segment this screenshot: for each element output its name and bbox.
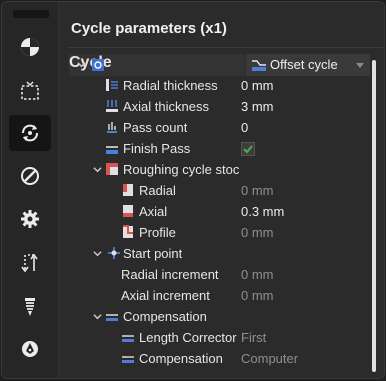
pass-count-row[interactable]: Pass count 0 [59, 117, 368, 138]
cycle-arrows-icon[interactable] [9, 115, 51, 151]
roughing-stock-icon [106, 163, 118, 175]
cycle-parameters-panel: Cycle parameters (x1) Cycle Offset cycle… [58, 2, 384, 378]
no-entry-icon[interactable] [9, 158, 51, 194]
roughing-stock-group[interactable]: Roughing cycle stock [59, 159, 368, 180]
compensation-icon [106, 314, 118, 321]
axial-thickness-label: Axial thickness [123, 99, 209, 114]
roughing-stock-label: Roughing cycle stock [123, 162, 239, 177]
axial-thickness-row[interactable]: Axial thickness 3 mm [59, 96, 368, 117]
cycle-row[interactable]: Cycle Offset cycle [69, 54, 370, 76]
start-point-icon [108, 247, 120, 259]
axial-increment-row[interactable]: Axial increment 0 mm [59, 285, 368, 306]
vertical-scrollbar[interactable] [372, 60, 376, 372]
stock-axial-label: Axial [139, 204, 168, 219]
compensation-group-label: Compensation [123, 309, 207, 324]
tool-rail [2, 2, 58, 378]
length-corrector-value[interactable]: First [241, 330, 266, 345]
radial-thickness-row[interactable]: Radial thickness 0 mm [59, 75, 368, 96]
compensation-mode-icon [122, 356, 134, 363]
finish-pass-icon [106, 146, 118, 154]
pass-count-label: Pass count [123, 120, 188, 135]
rail-handle[interactable] [13, 10, 49, 18]
compensation-label: Compensation [139, 351, 223, 366]
half-disc-icon[interactable] [9, 29, 51, 65]
finish-pass-row[interactable]: Finish Pass [59, 138, 368, 159]
stock-radial-label: Radial [139, 183, 176, 198]
cycle-type-value: Offset cycle [270, 57, 338, 72]
dashed-frame-icon[interactable] [9, 73, 51, 109]
stock-radial-value[interactable]: 0 mm [241, 183, 274, 198]
pass-count-icon [107, 122, 117, 133]
drill-tool-icon[interactable] [9, 289, 51, 325]
stock-axial-row[interactable]: Axial 0.3 mm [59, 201, 368, 222]
length-corrector-icon [122, 335, 134, 342]
pass-count-value[interactable]: 0 [241, 120, 248, 135]
offset-cycle-icon [252, 60, 266, 71]
pen-nib-icon[interactable] [9, 331, 51, 367]
stock-axial-icon [123, 205, 133, 217]
cycle-icon [92, 59, 104, 71]
start-point-label: Start point [123, 246, 183, 261]
chevron-down-icon [356, 63, 364, 68]
chevron-down-icon[interactable] [77, 60, 86, 69]
check-icon [243, 145, 253, 154]
cycle-type-select[interactable]: Offset cycle [245, 54, 370, 76]
chevron-down-icon[interactable] [93, 249, 102, 258]
stock-profile-label: Profile [139, 225, 176, 240]
compensation-value[interactable]: Computer [241, 351, 298, 366]
stock-profile-row[interactable]: Profile 0 mm [59, 222, 368, 243]
start-point-group[interactable]: Start point [59, 243, 368, 264]
compensation-group[interactable]: Compensation [59, 306, 368, 327]
app-frame: Cycle parameters (x1) Cycle Offset cycle… [1, 1, 385, 379]
compensation-row[interactable]: Compensation Computer [59, 348, 368, 369]
axial-increment-label: Axial increment [121, 288, 210, 303]
stock-profile-icon [123, 225, 133, 238]
axial-thickness-icon [106, 100, 118, 112]
radial-increment-label: Radial increment [121, 267, 219, 282]
chevron-down-icon[interactable] [93, 312, 102, 321]
finish-pass-checkbox[interactable] [241, 142, 255, 156]
axial-thickness-value[interactable]: 3 mm [241, 99, 274, 114]
radial-increment-value[interactable]: 0 mm [241, 267, 274, 282]
radial-thickness-icon [106, 79, 118, 91]
gear-icon[interactable] [9, 201, 51, 237]
stock-profile-value[interactable]: 0 mm [241, 225, 274, 240]
length-corrector-label: Length Corrector [139, 330, 237, 345]
finish-pass-label: Finish Pass [123, 141, 191, 156]
radial-increment-row[interactable]: Radial increment 0 mm [59, 264, 368, 285]
axis-swap-icon[interactable] [9, 245, 51, 281]
stock-radial-icon [123, 184, 133, 196]
chevron-down-icon[interactable] [93, 165, 102, 174]
radial-thickness-value[interactable]: 0 mm [241, 78, 274, 93]
radial-thickness-label: Radial thickness [123, 78, 218, 93]
axial-increment-value[interactable]: 0 mm [241, 288, 274, 303]
length-corrector-row[interactable]: Length Corrector First [59, 327, 368, 348]
stock-axial-value[interactable]: 0.3 mm [241, 204, 284, 219]
title-divider [67, 47, 384, 48]
panel-title: Cycle parameters (x1) [71, 20, 227, 37]
stock-radial-row[interactable]: Radial 0 mm [59, 180, 368, 201]
